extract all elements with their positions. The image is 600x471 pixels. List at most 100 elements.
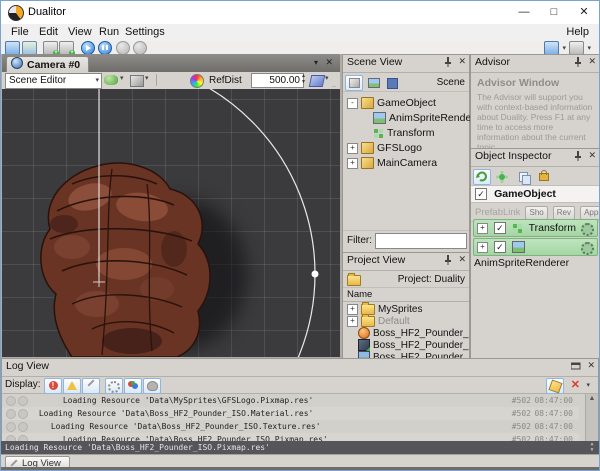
- expander-icon[interactable]: -: [347, 98, 358, 109]
- toolbar-overflow-grip[interactable]: ‥: [332, 82, 336, 89]
- lock-icon[interactable]: [535, 169, 553, 185]
- new-gameobject-icon[interactable]: [365, 75, 383, 91]
- close-panel-icon[interactable]: ✕: [588, 56, 596, 67]
- close-panel-icon[interactable]: ✕: [587, 360, 595, 371]
- save-scene-icon[interactable]: [383, 75, 401, 91]
- editor-filter-icon[interactable]: [124, 378, 142, 394]
- status-scroll-icons[interactable]: ▲▼: [587, 441, 597, 454]
- filter-input[interactable]: [375, 233, 467, 249]
- project-tree: +MySprites +Default Boss_HF2_Pounder_ISO…: [343, 302, 469, 360]
- new-scene-icon[interactable]: +: [43, 41, 58, 55]
- tree-item-animspriterenderer[interactable]: AnimSpriteRenderer: [373, 111, 484, 125]
- tree-item-maincamera[interactable]: +MainCamera: [347, 156, 437, 170]
- play-icon[interactable]: [81, 41, 95, 55]
- expander-icon[interactable]: +: [347, 158, 358, 169]
- background-color-icon[interactable]: [104, 75, 118, 85]
- menu-settings[interactable]: Settings: [119, 25, 171, 40]
- minimize-button[interactable]: —: [509, 1, 539, 24]
- warning-filter-icon[interactable]: [63, 378, 81, 394]
- message-filter-icon[interactable]: [82, 378, 100, 394]
- pin-icon[interactable]: [574, 57, 582, 70]
- close-panel-icon[interactable]: ✕: [588, 150, 596, 161]
- close-panel-icon[interactable]: ✕: [458, 56, 466, 67]
- component-row-animspriterenderer[interactable]: + ✓ AnimSpriteRenderer: [473, 238, 598, 256]
- status-bar: Loading Resource 'Data\Boss_HF2_Pounder_…: [1, 441, 599, 454]
- log-view-header[interactable]: Log View ✕: [2, 359, 598, 377]
- layout-icon[interactable]: [569, 41, 584, 55]
- dock-icon[interactable]: [571, 361, 581, 373]
- expander-icon[interactable]: +: [477, 223, 488, 234]
- tree-item-gfslogo[interactable]: +GFSLogo: [347, 141, 422, 155]
- sort-properties-icon[interactable]: [493, 169, 511, 185]
- parallax-view-icon[interactable]: [309, 75, 326, 87]
- gizmo-handle: [312, 271, 319, 278]
- log-entry[interactable]: Loading Resource 'Data\MySprites\GFSLogo…: [2, 394, 579, 407]
- component-settings-gear-icon[interactable]: [581, 242, 594, 255]
- open-scene-icon[interactable]: +: [59, 41, 74, 55]
- log-entry[interactable]: Loading Resource 'Data\Boss_HF2_Pounder_…: [2, 420, 579, 433]
- component-checkbox[interactable]: ✓: [494, 222, 506, 234]
- menu-file[interactable]: File: [5, 25, 35, 40]
- active-checkbox[interactable]: ✓: [475, 188, 487, 200]
- tab-camera-0[interactable]: Camera #0: [6, 56, 89, 73]
- new-view-icon[interactable]: [544, 41, 559, 55]
- chevron-down-icon[interactable]: ▾: [325, 74, 329, 82]
- clone-object-icon[interactable]: [515, 169, 533, 185]
- column-name[interactable]: Name: [347, 289, 372, 300]
- close-panel-icon[interactable]: ✕: [458, 254, 466, 265]
- auto-refresh-icon[interactable]: [473, 169, 491, 185]
- prefab-revert-button[interactable]: Rev: [553, 206, 575, 220]
- expander-icon[interactable]: +: [347, 143, 358, 154]
- color-wheel-icon[interactable]: [190, 74, 204, 88]
- selection-gizmo[interactable]: [2, 89, 340, 357]
- new-project-icon[interactable]: [5, 41, 20, 55]
- scene-editor-viewport[interactable]: [2, 89, 340, 357]
- chevron-down-icon[interactable]: ▾: [120, 74, 124, 82]
- expander-icon[interactable]: +: [347, 316, 358, 327]
- sprite-renderer-icon: [512, 241, 525, 253]
- gameobject-mode-icon[interactable]: [345, 75, 363, 91]
- pin-icon[interactable]: [444, 57, 452, 70]
- chevron-down-icon[interactable]: ▾: [587, 44, 591, 52]
- scene-view-header[interactable]: Scene View ✕: [343, 55, 469, 73]
- spinner-arrows[interactable]: ▲▼: [301, 73, 306, 85]
- chevron-down-icon[interactable]: ▾: [562, 44, 566, 52]
- render-mode-cube-icon[interactable]: [130, 75, 144, 87]
- close-button[interactable]: ✕: [569, 1, 599, 24]
- advisor-header[interactable]: Advisor ✕: [471, 55, 599, 73]
- component-row-transform[interactable]: + ✓ Transform: [473, 219, 598, 237]
- open-folder-icon[interactable]: [347, 275, 361, 286]
- scroll-up-icon[interactable]: ▲: [586, 394, 598, 404]
- core-filter-icon[interactable]: [105, 378, 123, 394]
- remove-log-icon[interactable]: ✕: [571, 378, 580, 391]
- expander-icon[interactable]: +: [347, 304, 358, 315]
- pin-icon[interactable]: [444, 255, 452, 268]
- prefab-apply-button[interactable]: Appl: [580, 206, 599, 220]
- editor-mode-select[interactable]: Scene Editor ▾: [5, 73, 102, 89]
- log-entry[interactable]: Loading Resource 'Data\Boss_HF2_Pounder_…: [2, 407, 579, 420]
- prefab-show-button[interactable]: Sho: [525, 206, 547, 220]
- object-inspector-header[interactable]: Object Inspector ✕: [471, 149, 599, 167]
- project-view-header[interactable]: Project View ✕: [343, 253, 469, 271]
- pin-icon[interactable]: [574, 151, 582, 164]
- camera-tab-strip: Camera #0 ▾ ✕: [2, 54, 340, 72]
- menu-help[interactable]: Help: [560, 25, 595, 40]
- refdist-input[interactable]: 500.00: [251, 73, 304, 88]
- open-project-icon[interactable]: [22, 41, 37, 55]
- app-logo-icon: [8, 5, 24, 21]
- menu-edit[interactable]: Edit: [33, 25, 64, 40]
- expander-icon[interactable]: +: [477, 242, 488, 253]
- game-filter-icon[interactable]: [143, 378, 161, 394]
- tree-item-transform[interactable]: Transform: [373, 126, 434, 140]
- component-checkbox[interactable]: ✓: [494, 241, 506, 253]
- chevron-down-icon[interactable]: ▾: [586, 381, 590, 389]
- maximize-button[interactable]: □: [539, 1, 569, 24]
- tree-item-gameobject[interactable]: -GameObject: [347, 96, 436, 110]
- component-settings-gear-icon[interactable]: [581, 223, 594, 236]
- chevron-down-icon[interactable]: ▾: [145, 74, 149, 82]
- clear-log-icon[interactable]: [546, 378, 564, 394]
- tab-close-icon[interactable]: ✕: [325, 57, 333, 68]
- tab-list-dropdown-icon[interactable]: ▾: [314, 58, 318, 67]
- error-filter-icon[interactable]: !: [44, 378, 62, 394]
- step-icon[interactable]: [98, 41, 112, 55]
